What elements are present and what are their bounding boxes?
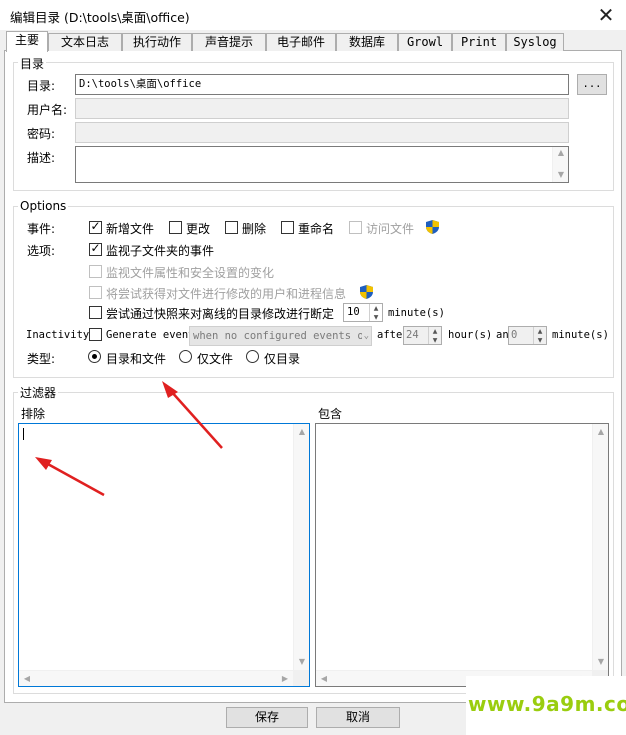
type-both-radio[interactable] — [88, 350, 101, 363]
exclude-textarea[interactable]: ▲ ▼ ◀ ▶ — [18, 423, 310, 687]
new-file-label: 新增文件 — [106, 222, 155, 236]
scroll-up-icon[interactable]: ▲ — [593, 424, 609, 440]
reconnect-minutes-spinner[interactable]: 10 ▲ ▼ — [343, 303, 383, 322]
uac-shield-icon — [426, 220, 439, 234]
tab-growl[interactable]: Growl — [398, 33, 452, 51]
description-scrollbar[interactable]: ▲ ▼ — [552, 147, 568, 182]
watch-attributes-label: 监视文件属性和安全设置的变化 — [106, 266, 275, 280]
type-label: 类型: — [27, 352, 56, 366]
delete-label: 删除 — [242, 222, 267, 236]
scroll-left-icon[interactable]: ◀ — [19, 671, 35, 687]
password-input[interactable] — [75, 122, 569, 143]
inactivity-condition-select[interactable]: when no configured events o ⌄ — [189, 326, 372, 346]
options-label: 选项: — [27, 244, 56, 258]
scroll-up-icon[interactable]: ▲ — [294, 424, 310, 440]
reconnect-label: 尝试通过快照来对离线的目录修改进行断定 — [106, 307, 335, 321]
inactivity-hours-spinner[interactable]: 24 ▲ ▼ — [403, 326, 442, 345]
directory-label: 目录: — [27, 79, 56, 93]
exclude-hscrollbar[interactable]: ◀ ▶ — [19, 670, 293, 686]
type-files-radio[interactable] — [179, 350, 192, 363]
tab-actions[interactable]: 执行动作 — [122, 33, 192, 51]
tab-print[interactable]: Print — [452, 33, 506, 51]
inactivity-condition-value: when no configured events o — [193, 330, 364, 342]
scroll-down-icon[interactable]: ▼ — [294, 654, 310, 670]
close-button[interactable]: ✕ — [592, 2, 620, 28]
checkmark-icon: ✓ — [90, 219, 101, 233]
watch-attributes-checkbox[interactable] — [89, 265, 102, 278]
new-file-checkbox[interactable]: ✓ — [89, 219, 102, 234]
username-input[interactable] — [75, 98, 569, 119]
delete-checkbox[interactable] — [225, 221, 238, 234]
scroll-left-icon[interactable]: ◀ — [316, 671, 332, 687]
tab-database[interactable]: 数据库 — [336, 33, 398, 51]
uac-shield-icon — [360, 285, 373, 299]
tab-text-log[interactable]: 文本日志 — [48, 33, 122, 51]
type-dirs-radio[interactable] — [246, 350, 259, 363]
tab-syslog[interactable]: Syslog — [506, 33, 564, 51]
watermark-text: www.9a9m.com — [468, 692, 626, 716]
minutes-unit: minute(s) — [552, 329, 609, 341]
type-both-label: 目录和文件 — [106, 352, 167, 366]
inactivity-label: Inactivity — [26, 329, 90, 341]
include-label: 包含 — [318, 407, 343, 421]
filter-group-title: 过滤器 — [18, 384, 59, 401]
type-dirs-label: 仅目录 — [264, 352, 301, 366]
text-cursor — [23, 428, 24, 440]
radio-dot-icon — [92, 354, 97, 359]
inactivity-hours-value: 24 — [406, 329, 419, 341]
title-bar: 编辑目录 (D:\tools\桌面\office) ✕ — [0, 0, 626, 30]
directory-group-title: 目录 — [18, 55, 47, 72]
checkmark-icon: ✓ — [90, 241, 101, 255]
tab-main[interactable]: 主要 — [6, 31, 48, 52]
hours-unit: hour(s) — [448, 329, 493, 341]
scroll-down-icon[interactable]: ▼ — [553, 167, 569, 183]
include-vscrollbar[interactable]: ▲ ▼ — [592, 424, 608, 670]
get-user-checkbox[interactable] — [89, 286, 102, 299]
generate-event-checkbox[interactable] — [89, 328, 102, 341]
tab-email[interactable]: 电子邮件 — [266, 33, 336, 51]
watch-subfolders-label: 监视子文件夹的事件 — [106, 244, 215, 258]
scroll-right-icon[interactable]: ▶ — [277, 671, 293, 687]
options-group-title: Options — [18, 199, 69, 213]
include-textarea[interactable]: ▲ ▼ ◀ ▶ — [315, 423, 609, 687]
chevron-down-icon: ⌄ — [361, 327, 369, 345]
browse-button[interactable]: ... — [577, 74, 607, 95]
scroll-corner — [293, 670, 309, 686]
spinner-arrows-icon[interactable]: ▲ ▼ — [369, 304, 382, 321]
description-textarea[interactable]: ▲ ▼ — [75, 146, 569, 183]
get-user-label: 将尝试获得对文件进行修改的用户和进程信息 — [106, 287, 347, 301]
exclude-vscrollbar[interactable]: ▲ ▼ — [293, 424, 309, 670]
inactivity-minutes-spinner[interactable]: 0 ▲ ▼ — [508, 326, 547, 345]
change-label: 更改 — [186, 222, 211, 236]
rename-label: 重命名 — [298, 222, 335, 236]
reconnect-checkbox[interactable] — [89, 306, 102, 319]
inactivity-minutes-value: 0 — [511, 329, 518, 341]
spinner-arrows-icon[interactable]: ▲ ▼ — [428, 327, 441, 344]
reconnect-unit: minute(s) — [388, 307, 445, 319]
scroll-up-icon[interactable]: ▲ — [553, 145, 569, 161]
access-file-checkbox[interactable] — [349, 221, 362, 234]
scroll-down-icon[interactable]: ▼ — [593, 654, 609, 670]
watermark: www.9a9m.com — [466, 676, 626, 735]
spinner-arrows-icon[interactable]: ▲ ▼ — [533, 327, 546, 344]
tab-sound[interactable]: 声音提示 — [192, 33, 266, 51]
username-label: 用户名: — [27, 103, 68, 117]
watch-subfolders-checkbox[interactable]: ✓ — [89, 241, 102, 256]
window-title: 编辑目录 (D:\tools\桌面\office) — [10, 10, 190, 25]
password-label: 密码: — [27, 127, 56, 141]
access-file-label: 访问文件 — [366, 222, 415, 236]
type-files-label: 仅文件 — [197, 352, 234, 366]
cancel-button[interactable]: 取消 — [316, 707, 400, 728]
rename-checkbox[interactable] — [281, 221, 294, 234]
directory-input[interactable]: D:\tools\桌面\office — [75, 74, 569, 95]
generate-event-label: Generate event — [106, 329, 195, 341]
change-checkbox[interactable] — [169, 221, 182, 234]
save-button[interactable]: 保存 — [226, 707, 308, 728]
events-label: 事件: — [27, 222, 56, 236]
description-label: 描述: — [27, 151, 56, 165]
reconnect-minutes-value: 10 — [347, 306, 360, 318]
exclude-label: 排除 — [21, 407, 46, 421]
